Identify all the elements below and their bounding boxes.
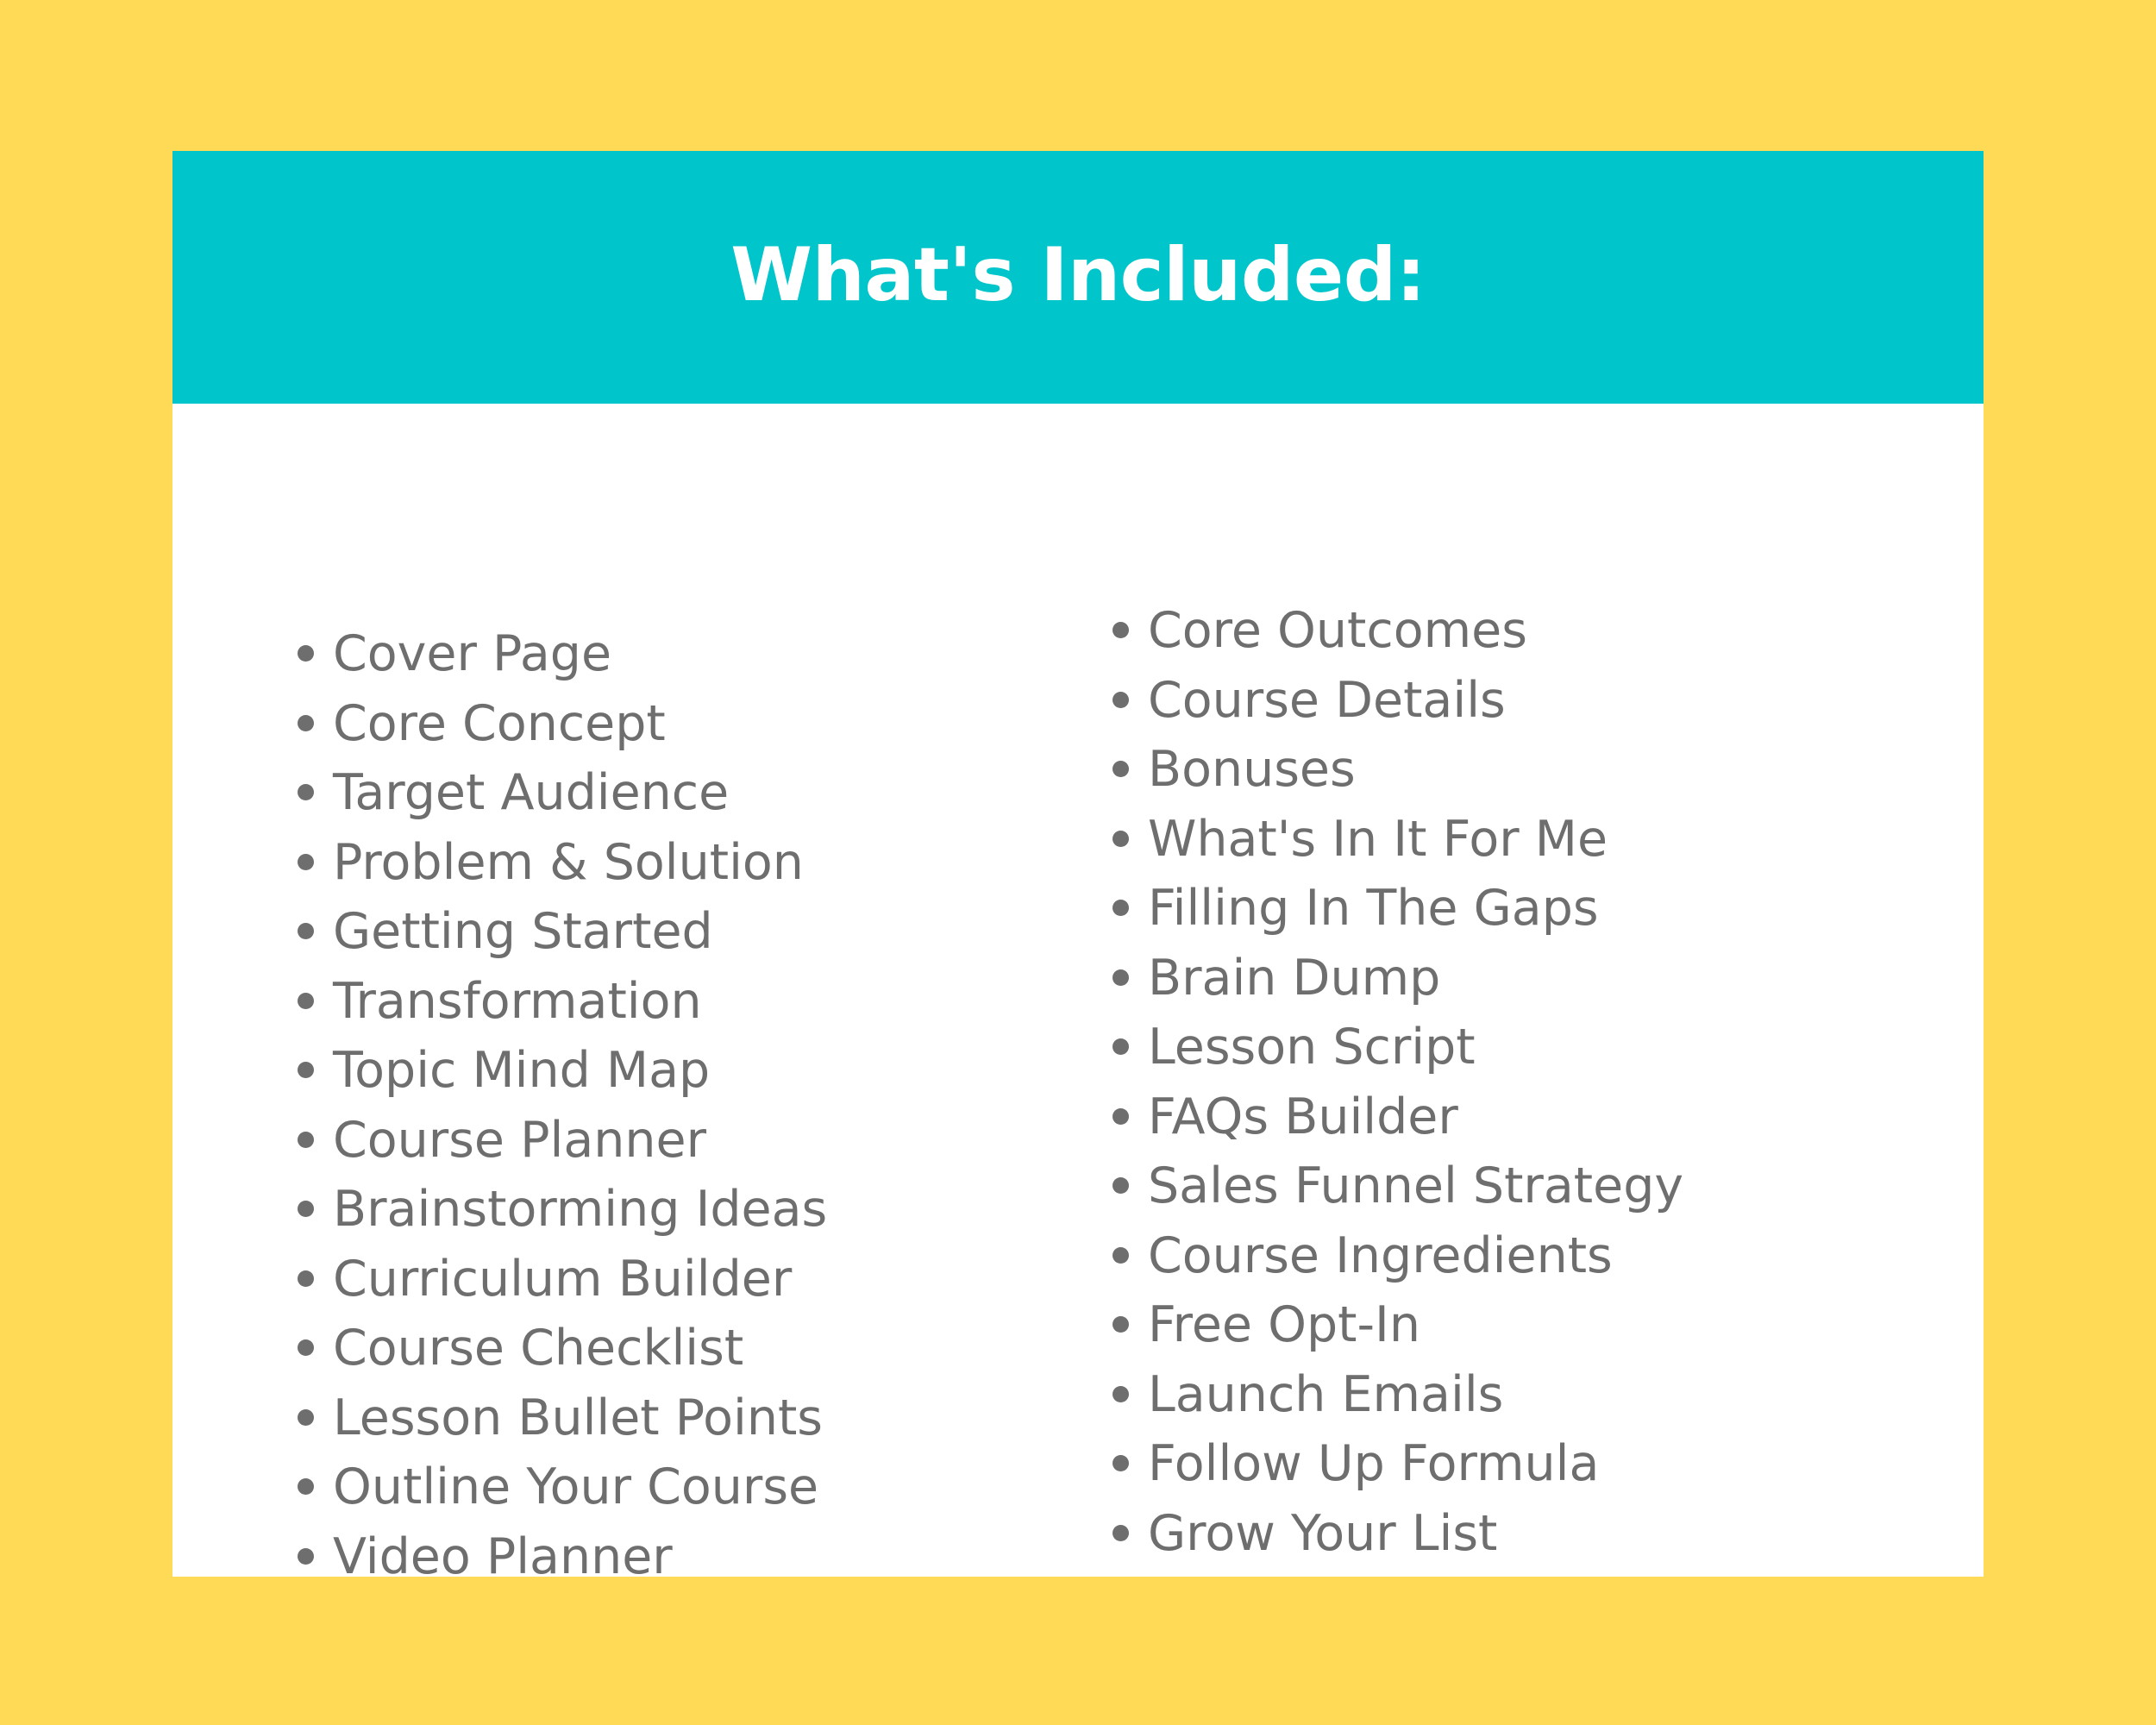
list-item-label: Topic Mind Map (333, 1042, 711, 1099)
bullet-dot-icon (1112, 691, 1129, 708)
list-item-label: Brain Dump (1148, 949, 1441, 1007)
bullet-dot-icon (298, 1547, 314, 1565)
bullet-dot-icon (1112, 622, 1129, 638)
list-item: Launch Emails (1112, 1365, 1932, 1440)
list-item-label: Free Opt-In (1148, 1296, 1420, 1353)
list-item-label: Filling In The Gaps (1148, 880, 1599, 937)
bullet-dot-icon (1112, 1177, 1129, 1194)
list-item: Sales Funnel Strategy (1112, 1162, 1932, 1232)
content-card: What's Included: Cover Page Core Concept T… (172, 151, 1984, 1577)
list-item-label: Core Outcomes (1148, 602, 1527, 659)
bullet-dot-icon (298, 784, 314, 800)
bullet-dot-icon (1112, 1455, 1129, 1471)
list-item: Getting Started (298, 907, 1074, 977)
list-item-label: Brainstorming Ideas (333, 1181, 828, 1238)
bullet-dot-icon (1112, 1246, 1129, 1264)
right-column-list: Core Outcomes Course Details Bonuses What's… (1112, 606, 1932, 1577)
list-item-label: Problem & Solution (333, 833, 804, 891)
list-item-label: Video Planner (333, 1527, 673, 1577)
list-item: Core Outcomes (1112, 606, 1932, 676)
bullet-dot-icon (298, 645, 314, 662)
bullet-dot-icon (1112, 1524, 1129, 1541)
bullet-dot-icon (298, 1408, 314, 1426)
list-item-label: Curriculum Builder (333, 1250, 793, 1308)
bullet-dot-icon (298, 853, 314, 870)
bullet-dot-icon (298, 1062, 314, 1078)
bullet-dot-icon (298, 1270, 314, 1287)
list-item: Video Planner (298, 1527, 1074, 1577)
list-item: Transformation (298, 972, 1074, 1047)
list-item: Free Opt-In (1112, 1301, 1932, 1371)
list-item: Lesson Script (1112, 1023, 1932, 1093)
left-column-list: Cover Page Core Concept Target Audience Pro… (298, 630, 1074, 1577)
list-item-label: Core Concept (333, 694, 666, 752)
bullet-dot-icon (1112, 830, 1129, 847)
list-item: Course Ingredients (1112, 1226, 1932, 1302)
list-item: Grow Your List (1112, 1509, 1932, 1578)
bullet-dot-icon (298, 1478, 314, 1495)
list-item-label: Getting Started (333, 903, 713, 960)
list-item-label: Course Details (1148, 671, 1506, 729)
bullet-dot-icon (298, 1131, 314, 1148)
list-item: Core Concept (298, 699, 1074, 769)
list-item-label: Course Planner (333, 1111, 707, 1169)
list-item: Brain Dump (1112, 949, 1932, 1024)
right-column: Core Outcomes Course Details Bonuses What's… (1112, 606, 1932, 1577)
list-item-label: Follow Up Formula (1148, 1435, 1600, 1492)
bullet-dot-icon (298, 1339, 314, 1356)
list-item-label: Grow Your List (1148, 1504, 1498, 1562)
bullet-dot-icon (298, 923, 314, 939)
bullet-dot-icon (298, 992, 314, 1009)
list-item-label: Course Checklist (333, 1320, 744, 1377)
list-item: Filling In The Gaps (1112, 884, 1932, 954)
bullet-dot-icon (1112, 1107, 1129, 1125)
list-item-label: Lesson Bullet Points (333, 1389, 823, 1446)
page-title: What's Included: (730, 231, 1426, 318)
list-item-label: Launch Emails (1148, 1365, 1504, 1423)
list-item: Target Audience (298, 768, 1074, 838)
list-item-label: Sales Funnel Strategy (1148, 1157, 1684, 1214)
list-item: Course Checklist (298, 1324, 1074, 1394)
list-item: Bonuses (1112, 745, 1932, 815)
list-item-label: Lesson Script (1148, 1019, 1476, 1076)
list-item-label: Target Audience (333, 764, 730, 821)
card-body: Cover Page Core Concept Target Audience Pro… (172, 404, 1984, 1577)
list-item-label: FAQs Builder (1148, 1088, 1458, 1145)
list-item: Cover Page (298, 630, 1074, 699)
list-item-label: Transformation (333, 972, 702, 1030)
bullet-dot-icon (1112, 1038, 1129, 1055)
list-item: Lesson Bullet Points (298, 1389, 1074, 1464)
bullet-dot-icon (298, 714, 314, 731)
list-item: Topic Mind Map (298, 1046, 1074, 1116)
list-item: Course Planner (298, 1111, 1074, 1186)
left-column: Cover Page Core Concept Target Audience Pro… (298, 630, 1074, 1577)
bullet-dot-icon (1112, 1316, 1129, 1333)
slide-canvas: What's Included: Cover Page Core Concept T… (0, 0, 2156, 1725)
bullet-dot-icon (1112, 900, 1129, 916)
list-item-label: Outline Your Course (333, 1458, 819, 1515)
list-item: FAQs Builder (1112, 1088, 1932, 1163)
bullet-dot-icon (1112, 1385, 1129, 1402)
list-item-label: Cover Page (333, 625, 612, 682)
list-item: Curriculum Builder (298, 1250, 1074, 1325)
bullet-dot-icon (1112, 761, 1129, 777)
bullet-dot-icon (1112, 969, 1129, 986)
list-item-label: Bonuses (1148, 741, 1356, 798)
list-item: Follow Up Formula (1112, 1440, 1932, 1509)
list-item-label: Course Ingredients (1148, 1226, 1613, 1284)
list-item: Problem & Solution (298, 833, 1074, 908)
header-banner: What's Included: (172, 151, 1984, 404)
list-item: What's In It For Me (1112, 810, 1932, 885)
list-item: Outline Your Course (298, 1463, 1074, 1533)
bullet-dot-icon (298, 1201, 314, 1217)
list-item-label: What's In It For Me (1148, 810, 1608, 868)
list-item: Course Details (1112, 671, 1932, 746)
list-item: Brainstorming Ideas (298, 1185, 1074, 1255)
